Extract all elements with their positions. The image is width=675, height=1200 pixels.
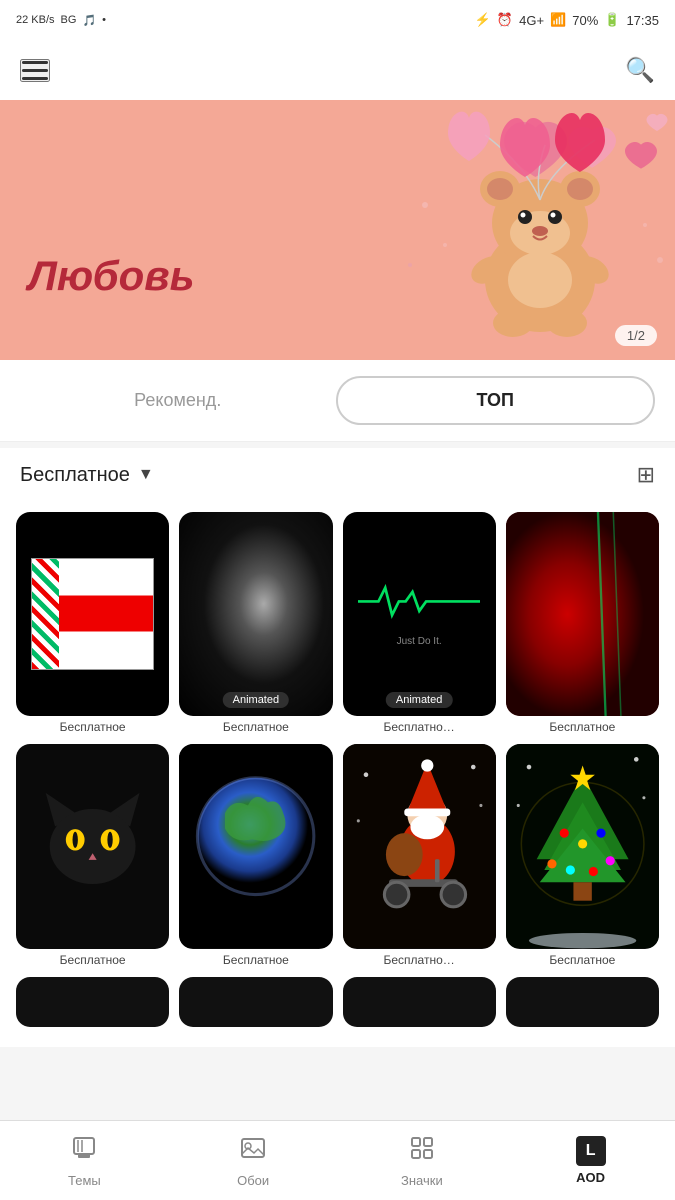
nav-label-wallpapers: Обои [237,1173,269,1188]
battery-icon: 🔋 [604,12,620,28]
wallpaper-item-12[interactable] [506,977,659,1027]
wallpaper-thumb-5 [16,744,169,948]
banner-illustration [395,105,675,340]
filter-left: Бесплатное ▼ [20,464,154,487]
wallpaper-label-2: Бесплатное [223,720,289,734]
animated-badge-2: Animated [223,692,289,708]
wallpaper-label-8: Бесплатное [549,953,615,967]
filter-dropdown-icon: ▼ [138,466,154,484]
status-bar: 22 KB/s BG 🎵 • ⚡ ⏰ 4G+ 📶 70% 🔋 17:35 [0,0,675,40]
wallpaper-item-8[interactable]: Бесплатное [506,744,659,966]
tab-bar: Рекоменд. ТОП [0,360,675,442]
wallpaper-item-10[interactable] [179,977,332,1027]
filter-label: Бесплатное [20,464,130,487]
grid-view-button[interactable]: ⊞ [637,462,655,488]
promo-banner: Любовь [0,100,675,360]
wallpaper-thumb-1 [16,512,169,716]
wallpapers-icon [239,1134,267,1169]
nav-item-aod[interactable]: L AOD [506,1128,675,1193]
search-button[interactable]: 🔍 [625,56,655,85]
wallpaper-thumb-6 [179,744,332,948]
wallpaper-label-6: Бесплатное [223,953,289,967]
icons-icon [408,1134,436,1169]
wallpaper-thumb-10 [179,977,332,1027]
wallpaper-item-6[interactable]: Бесплатное [179,744,332,966]
wallpaper-thumb-2: Animated [179,512,332,716]
wallpaper-item-5[interactable]: Бесплатное [16,744,169,966]
flag-icon [31,558,154,670]
animated-badge-3: Animated [386,692,452,708]
carrier: BG [61,14,77,26]
nav-item-themes[interactable]: Темы [0,1126,169,1196]
wallpaper-thumb-7 [343,744,496,948]
wallpaper-label-4: Бесплатное [549,720,615,734]
wallpaper-item-11[interactable] [343,977,496,1027]
wallpaper-item-9[interactable] [16,977,169,1027]
nav-label-aod: AOD [576,1170,605,1185]
network-type: 4G+ [519,13,544,28]
wallpaper-label-7: Бесплатно… [383,953,454,967]
wallpaper-item-1[interactable]: Бесплатное [16,512,169,734]
nav-item-wallpapers[interactable]: Обои [169,1126,338,1196]
bluetooth-icon: ⚡ [475,12,491,28]
wallpaper-thumb-12 [506,977,659,1027]
filter-bar: Бесплатное ▼ ⊞ [0,448,675,502]
time-display: 17:35 [626,13,659,28]
wallpaper-label-5: Бесплатное [60,953,126,967]
wallpaper-grid: Бесплатное Animated Бесплатное Just Do I… [0,502,675,1047]
nav-label-icons: Значки [401,1173,443,1188]
tab-top[interactable]: ТОП [336,376,656,425]
wallpaper-thumb-11 [343,977,496,1027]
wallpaper-label-1: Бесплатное [60,720,126,734]
wallpaper-item-7[interactable]: Бесплатно… [343,744,496,966]
menu-button[interactable] [20,59,50,82]
wallpaper-item-4[interactable]: Бесплатное [506,512,659,734]
banner-page-indicator: 1/2 [615,325,657,346]
wallpaper-thumb-9 [16,977,169,1027]
nav-label-themes: Темы [68,1173,101,1188]
alarm-icon: ⏰ [497,12,513,28]
wallpaper-item-2[interactable]: Animated Бесплатное [179,512,332,734]
themes-icon [70,1134,98,1169]
signal-bars: 📶 [550,12,566,28]
wallpaper-thumb-3: Just Do It. Animated [343,512,496,716]
wallpaper-label-3: Бесплатно… [383,720,454,734]
wallpaper-thumb-4 [506,512,659,716]
bottom-nav: Темы Обои Значки L AOD [0,1120,675,1200]
status-left: 22 KB/s BG 🎵 • [16,14,106,27]
aod-icon: L [576,1136,606,1166]
battery-level: 70% [572,13,598,28]
shazam-icon: 🎵 [82,14,96,27]
nav-item-icons[interactable]: Значки [338,1126,507,1196]
tab-recommended[interactable]: Рекоменд. [20,376,336,425]
wallpaper-item-3[interactable]: Just Do It. Animated Бесплатно… [343,512,496,734]
banner-title: Любовь [28,252,195,300]
app-header: 🔍 [0,40,675,100]
status-right: ⚡ ⏰ 4G+ 📶 70% 🔋 17:35 [475,12,659,28]
wallpaper-thumb-8 [506,744,659,948]
data-speed: 22 KB/s [16,14,55,26]
dot-indicator: • [102,14,106,26]
